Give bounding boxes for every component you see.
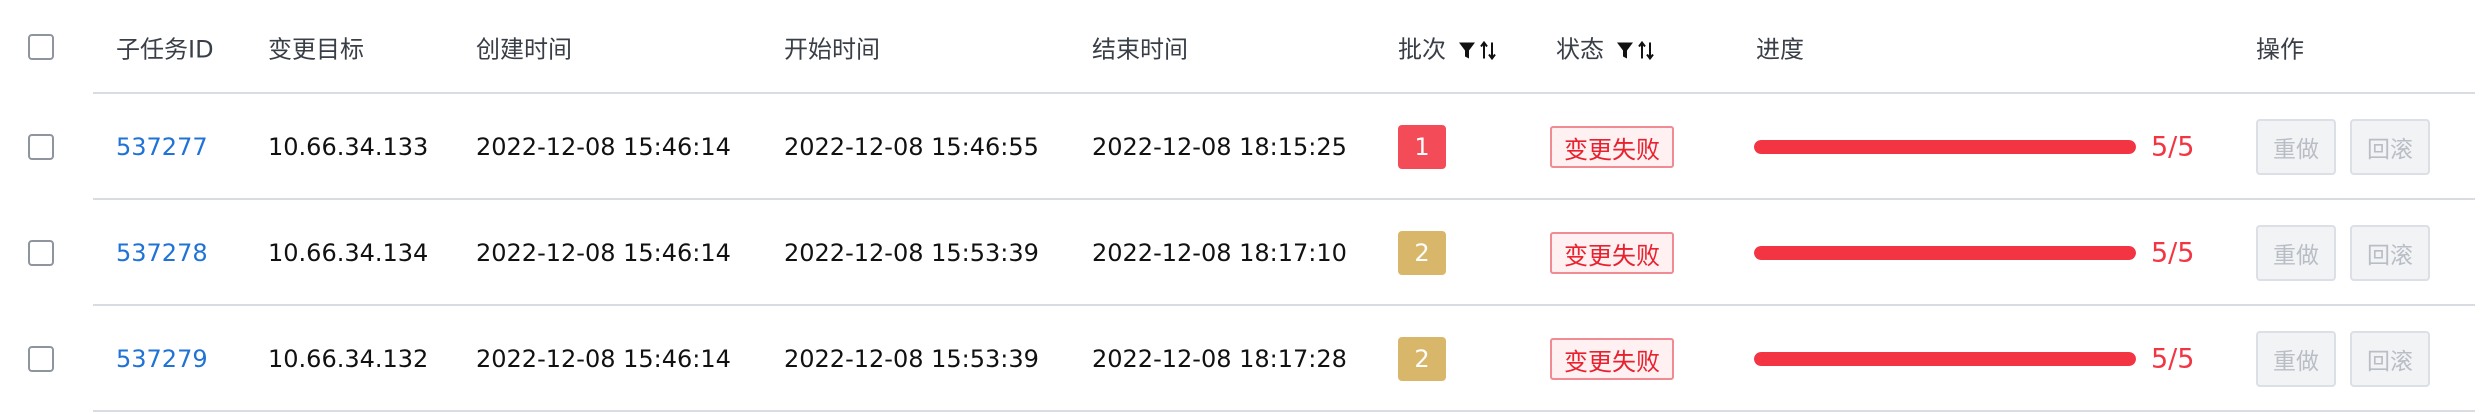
column-header-target: 变更目标 [268,35,364,64]
start-time-cell: 2022-12-08 15:53:39 [784,239,1039,267]
end-time-cell: 2022-12-08 18:17:10 [1092,239,1347,267]
created-time-cell: 2022-12-08 15:46:14 [476,133,731,161]
row-checkbox[interactable] [28,240,54,266]
progress-bar-fill [1754,352,2136,366]
redo-button[interactable]: 重做 [2256,331,2336,387]
progress-bar [1754,352,2136,366]
end-time-cell: 2022-12-08 18:15:25 [1092,133,1347,161]
column-header-status-label: 状态 [1556,35,1604,64]
column-header-batch-label: 批次 [1398,35,1446,64]
column-header-start: 开始时间 [784,35,880,64]
rollback-button[interactable]: 回滚 [2350,331,2430,387]
redo-button[interactable]: 重做 [2256,119,2336,175]
table-row: 537278 10.66.34.134 2022-12-08 15:46:14 … [0,200,2490,306]
batch-badge: 2 [1398,231,1446,275]
column-header-id: 子任务ID [116,35,214,64]
subtask-table: 子任务ID 变更目标 创建时间 开始时间 结束时间 批次 状态 进度 操作 53… [0,0,2490,414]
progress-bar-fill [1754,246,2136,260]
progress-text: 5/5 [2151,237,2195,269]
end-time-cell: 2022-12-08 18:17:28 [1092,345,1347,373]
filter-icon[interactable] [1616,41,1634,61]
subtask-id-link[interactable]: 537279 [116,345,208,373]
table-header: 子任务ID 变更目标 创建时间 开始时间 结束时间 批次 状态 进度 操作 [0,0,2490,94]
progress-text: 5/5 [2151,131,2195,163]
rollback-button[interactable]: 回滚 [2350,225,2430,281]
batch-badge: 1 [1398,125,1446,169]
target-cell: 10.66.34.132 [268,345,429,373]
row-divider [93,410,2475,412]
row-checkbox[interactable] [28,346,54,372]
start-time-cell: 2022-12-08 15:53:39 [784,345,1039,373]
column-header-end: 结束时间 [1092,35,1188,64]
progress-bar [1754,246,2136,260]
progress-bar [1754,140,2136,154]
target-cell: 10.66.34.134 [268,239,429,267]
row-checkbox[interactable] [28,134,54,160]
column-header-status: 状态 [1556,30,1654,65]
column-header-batch: 批次 [1398,30,1496,65]
subtask-id-link[interactable]: 537278 [116,239,208,267]
progress-text: 5/5 [2151,343,2195,375]
created-time-cell: 2022-12-08 15:46:14 [476,345,731,373]
start-time-cell: 2022-12-08 15:46:55 [784,133,1039,161]
sort-icon[interactable] [1637,40,1654,61]
status-tag: 变更失败 [1550,232,1674,274]
table-row: 537279 10.66.34.132 2022-12-08 15:46:14 … [0,306,2490,412]
table-row: 537277 10.66.34.133 2022-12-08 15:46:14 … [0,94,2490,200]
batch-badge: 2 [1398,337,1446,381]
redo-button[interactable]: 重做 [2256,225,2336,281]
progress-bar-fill [1754,140,2136,154]
filter-icon[interactable] [1458,41,1476,61]
column-header-actions: 操作 [2256,35,2304,64]
sort-icon[interactable] [1479,40,1496,61]
status-tag: 变更失败 [1550,338,1674,380]
status-tag: 变更失败 [1550,126,1674,168]
subtask-id-link[interactable]: 537277 [116,133,208,161]
select-all-checkbox[interactable] [28,34,54,60]
created-time-cell: 2022-12-08 15:46:14 [476,239,731,267]
column-header-created: 创建时间 [476,35,572,64]
rollback-button[interactable]: 回滚 [2350,119,2430,175]
column-header-progress: 进度 [1756,35,1804,64]
target-cell: 10.66.34.133 [268,133,429,161]
